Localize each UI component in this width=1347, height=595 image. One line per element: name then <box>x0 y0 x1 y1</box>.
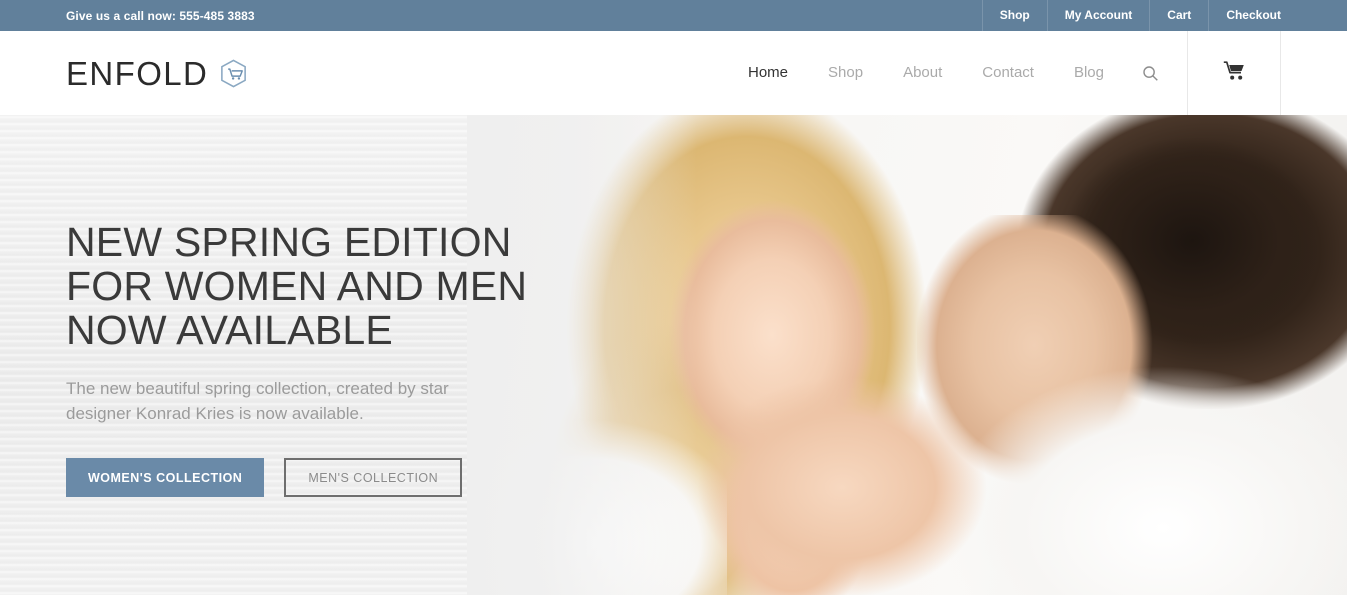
cart-button[interactable] <box>1187 31 1281 115</box>
top-utility-bar: Give us a call now: 555-485 3883 Shop My… <box>0 0 1347 31</box>
top-utility-nav: Shop My Account Cart Checkout <box>981 0 1287 31</box>
nav-item-blog[interactable]: Blog <box>1054 31 1124 115</box>
phone-number-text: Give us a call now: 555-485 3883 <box>66 8 255 23</box>
hero-heading-line-3: NOW AVAILABLE <box>66 307 393 353</box>
site-logo[interactable]: ENFOLD <box>66 57 249 90</box>
hexagon-cart-icon <box>218 58 249 89</box>
womens-collection-button[interactable]: WOMEN'S COLLECTION <box>66 458 265 497</box>
logo-wordmark: ENFOLD <box>66 54 209 92</box>
nav-item-contact[interactable]: Contact <box>962 31 1054 115</box>
hero-heading: NEW SPRING EDITION FOR WOMEN AND MEN NOW… <box>66 220 620 352</box>
hero-subheading: The new beautiful spring collection, cre… <box>66 379 449 423</box>
nav-item-about[interactable]: About <box>883 31 962 115</box>
nav-item-home[interactable]: Home <box>728 31 808 115</box>
hero-cta-group: WOMEN'S COLLECTION MEN'S COLLECTION <box>66 458 620 497</box>
search-icon[interactable] <box>1124 31 1181 115</box>
hero-heading-line-2: FOR WOMEN AND MEN <box>66 263 528 309</box>
top-nav-shop[interactable]: Shop <box>981 0 1048 31</box>
hero-content: NEW SPRING EDITION FOR WOMEN AND MEN NOW… <box>0 115 620 595</box>
hero-section: NEW SPRING EDITION FOR WOMEN AND MEN NOW… <box>0 115 1347 595</box>
hero-heading-line-1: NEW SPRING EDITION <box>66 219 512 265</box>
top-nav-cart[interactable]: Cart <box>1150 0 1210 31</box>
mens-collection-button[interactable]: MEN'S COLLECTION <box>284 458 463 497</box>
top-nav-checkout[interactable]: Checkout <box>1209 0 1287 31</box>
site-header: ENFOLD Home Shop About Contact Blog <box>0 31 1347 115</box>
nav-item-shop[interactable]: Shop <box>808 31 883 115</box>
top-nav-my-account[interactable]: My Account <box>1048 0 1151 31</box>
page-root: Give us a call now: 555-485 3883 Shop My… <box>0 0 1347 595</box>
shopping-cart-icon <box>1223 60 1245 86</box>
header-right-spacer <box>1281 31 1347 115</box>
